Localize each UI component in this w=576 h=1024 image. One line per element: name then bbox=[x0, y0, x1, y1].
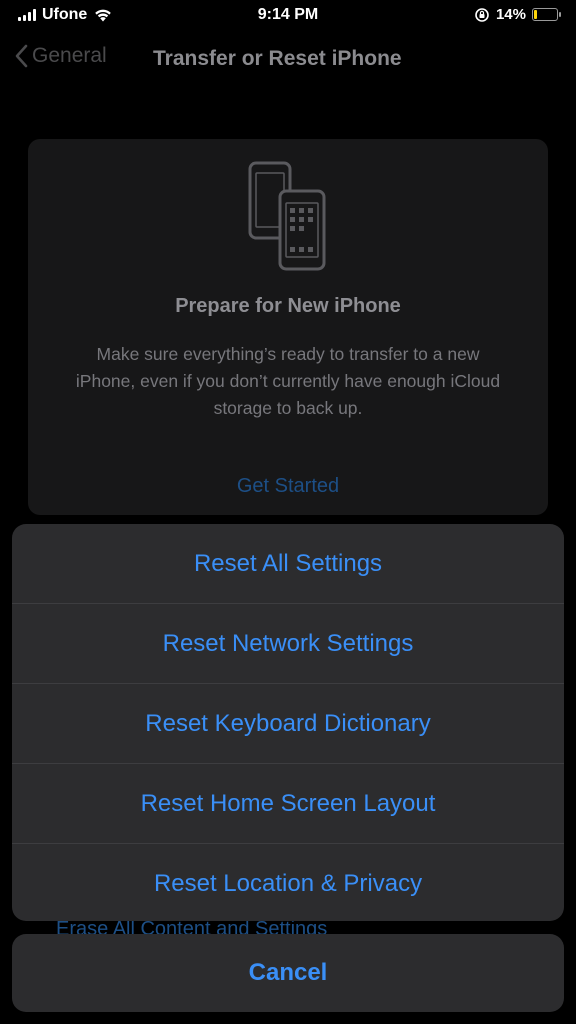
navigation-bar: General Transfer or Reset iPhone bbox=[0, 36, 576, 82]
battery-icon bbox=[532, 8, 561, 21]
back-button[interactable]: General bbox=[14, 44, 107, 68]
cancel-button[interactable]: Cancel bbox=[12, 934, 564, 1012]
reset-location-privacy-button[interactable]: Reset Location & Privacy bbox=[12, 844, 564, 921]
prepare-card: Prepare for New iPhone Make sure everyth… bbox=[28, 139, 548, 515]
action-sheet: Reset All Settings Reset Network Setting… bbox=[12, 524, 564, 921]
reset-home-screen-layout-button[interactable]: Reset Home Screen Layout bbox=[12, 764, 564, 844]
phones-transfer-icon bbox=[248, 161, 326, 271]
page-title: Transfer or Reset iPhone bbox=[153, 47, 402, 70]
card-description: Make sure everything’s ready to transfer… bbox=[75, 344, 501, 418]
reset-network-settings-button[interactable]: Reset Network Settings bbox=[12, 604, 564, 684]
back-label: General bbox=[32, 44, 107, 67]
battery-percent: 14% bbox=[495, 6, 526, 23]
status-bar: Ufone 9:14 PM 14% bbox=[0, 0, 576, 30]
card-title: Prepare for New iPhone bbox=[175, 295, 401, 317]
reset-all-settings-button[interactable]: Reset All Settings bbox=[12, 524, 564, 604]
status-right: 14% bbox=[474, 6, 561, 23]
get-started-link[interactable]: Get Started bbox=[28, 475, 548, 498]
reset-keyboard-dictionary-button[interactable]: Reset Keyboard Dictionary bbox=[12, 684, 564, 764]
orientation-lock-icon bbox=[475, 7, 489, 22]
chevron-left-icon bbox=[15, 44, 28, 68]
